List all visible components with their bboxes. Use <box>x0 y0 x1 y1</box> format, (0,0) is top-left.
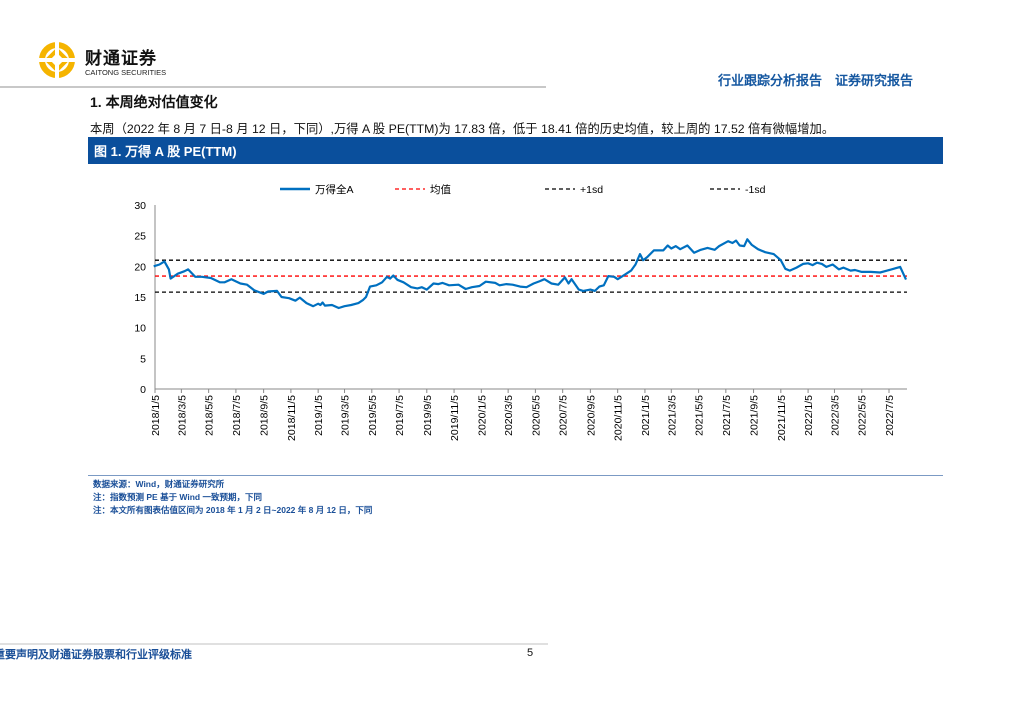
figure-divider <box>88 475 943 476</box>
x-tick-label: 2018/9/5 <box>259 395 271 436</box>
x-tick-label: 2020/3/5 <box>503 395 515 436</box>
y-tick-label: 20 <box>134 261 146 273</box>
x-tick-label: 2019/5/5 <box>367 395 379 436</box>
footer-divider <box>0 643 548 645</box>
y-tick-label: 10 <box>134 323 146 335</box>
x-tick-label: 2019/3/5 <box>340 395 352 436</box>
x-tick-label: 2020/11/5 <box>613 395 625 441</box>
note-range: 注：本文所有图表估值区间为 2018 年 1 月 2 日~2022 年 8 月 … <box>93 505 373 515</box>
y-tick-label: 25 <box>134 231 146 243</box>
x-tick-label: 2021/11/5 <box>776 395 788 441</box>
series-line-wind-all-a <box>153 238 908 310</box>
x-tick-label: 2018/5/5 <box>204 395 216 436</box>
x-tick-label: 2018/7/5 <box>231 395 243 436</box>
footer-disclaimer-link[interactable]: 重要声明及财通证券股票和行业评级标准 <box>0 646 192 662</box>
x-tick-label: 2021/5/5 <box>694 395 706 436</box>
legend-mean-label: 均值 <box>430 183 451 196</box>
x-tick-label: 2021/9/5 <box>749 395 761 436</box>
x-tick-label: 2020/7/5 <box>558 395 570 436</box>
x-tick-label: 2018/1/5 <box>150 395 162 436</box>
x-tick-label: 2022/5/5 <box>857 395 869 436</box>
x-tick-label: 2019/9/5 <box>422 395 434 436</box>
x-tick-label: 2022/3/5 <box>829 395 841 436</box>
x-tick-label: 2019/7/5 <box>394 395 406 436</box>
y-tick-label: 0 <box>140 384 146 396</box>
y-tick-label: 5 <box>140 353 146 365</box>
x-tick-label: 2018/11/5 <box>286 395 298 441</box>
x-tick-label: 2019/11/5 <box>449 395 461 441</box>
x-tick-label: 2019/1/5 <box>313 395 325 436</box>
pe-line-chart: 0 5 10 15 20 25 30 2018/1/5 2018/3/5 2018/5/5 2018… <box>134 183 908 441</box>
y-tick-label: 30 <box>134 200 146 212</box>
x-tick-label: 2021/3/5 <box>666 395 678 436</box>
x-tick-label: 2022/7/5 <box>884 395 896 436</box>
x-tick-label: 2020/9/5 <box>585 395 597 436</box>
legend-minus-1sd-label: -1sd <box>745 184 766 196</box>
y-tick-label: 15 <box>134 292 146 304</box>
note-source: 数据来源：Wind，财通证券研究所 <box>93 479 225 489</box>
legend-plus-1sd-label: +1sd <box>580 184 603 196</box>
legend-wind-all-a-label: 万得全A <box>315 183 354 196</box>
note-forecast: 注：指数预测 PE 基于 Wind 一致预期，下同 <box>93 492 262 502</box>
x-tick-label: 2020/1/5 <box>476 395 488 436</box>
page-number: 5 <box>527 647 534 659</box>
x-tick-label: 2021/7/5 <box>721 395 733 436</box>
x-tick-label: 2018/3/5 <box>176 395 188 436</box>
x-tick-label: 2022/1/5 <box>803 395 815 436</box>
x-tick-label: 2021/1/5 <box>640 395 652 436</box>
x-tick-label: 2020/5/5 <box>530 395 542 436</box>
